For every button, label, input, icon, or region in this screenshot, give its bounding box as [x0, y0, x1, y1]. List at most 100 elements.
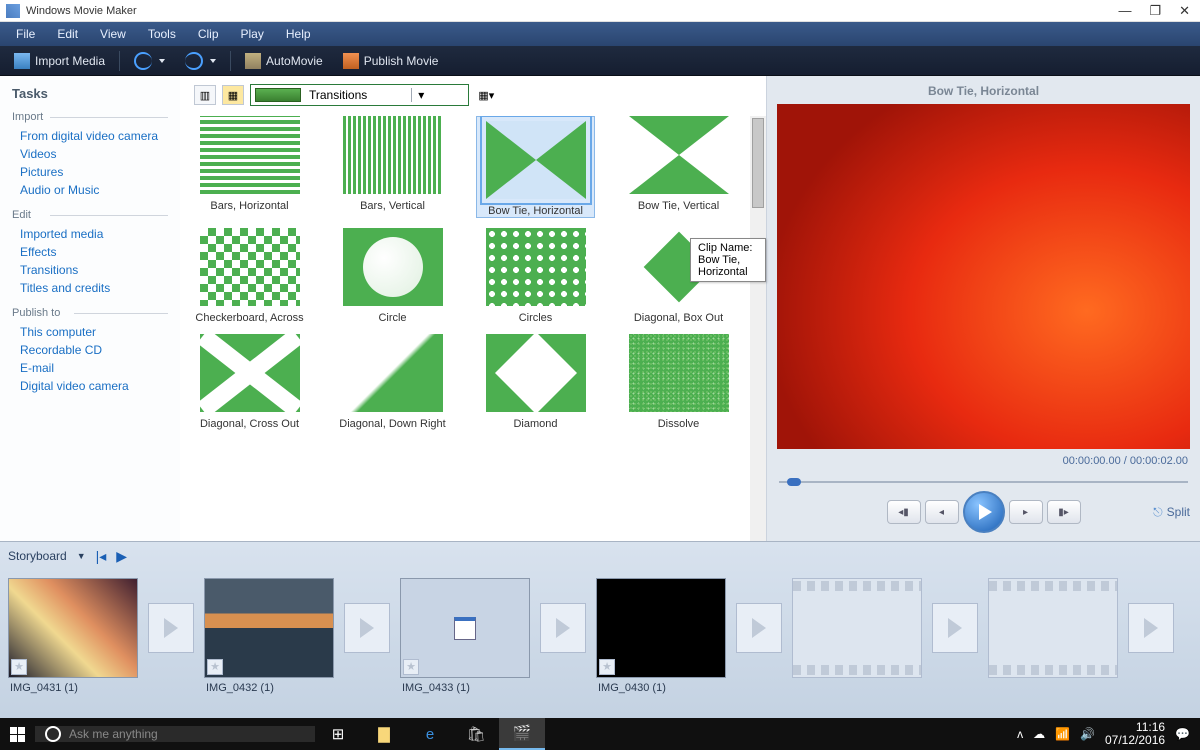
transition-thumbnail: [200, 116, 300, 194]
chevron-down-icon[interactable]: ▼: [77, 551, 86, 561]
minimize-button[interactable]: —: [1118, 3, 1131, 19]
task-link[interactable]: From digital video camera: [12, 127, 168, 145]
store-button[interactable]: 🛍: [453, 718, 499, 750]
clip-thumbnail: ★: [400, 578, 530, 678]
storyboard-clip[interactable]: ★IMG_0432 (1): [204, 578, 334, 694]
scrollbar-vertical[interactable]: [750, 116, 766, 541]
transition-item[interactable]: Bars, Vertical: [333, 116, 452, 218]
clock[interactable]: 11:16 07/12/2016: [1105, 721, 1165, 747]
next-button[interactable]: ▸: [1009, 500, 1043, 524]
storyboard-label[interactable]: Storyboard: [8, 549, 67, 563]
scrollbar-thumb[interactable]: [752, 118, 764, 208]
storyboard-clip[interactable]: ★ IMG_0430 (1): [596, 578, 726, 694]
task-view-button[interactable]: ⊞: [315, 718, 361, 750]
automovie-button[interactable]: AutoMovie: [239, 51, 329, 71]
clip-label: IMG_0430 (1): [598, 682, 666, 694]
clip-thumbnail: ★: [204, 578, 334, 678]
next-frame-button[interactable]: ▮▸: [1047, 500, 1081, 524]
menu-play[interactable]: Play: [231, 24, 274, 44]
storyboard-clip[interactable]: [792, 578, 922, 678]
close-button[interactable]: ✕: [1179, 3, 1190, 19]
task-link[interactable]: Imported media: [12, 225, 168, 243]
notifications-icon[interactable]: 💬: [1175, 727, 1190, 741]
maximize-button[interactable]: ❐: [1149, 3, 1161, 19]
transition-label: Circles: [476, 312, 595, 324]
content-pane: ▥ ▦ Transitions ▾ ▦▾ Bars, HorizontalBar…: [180, 76, 766, 541]
task-link[interactable]: Recordable CD: [12, 341, 168, 359]
play-button[interactable]: [963, 491, 1005, 533]
volume-icon[interactable]: 🔊: [1080, 727, 1095, 741]
play-storyboard-button[interactable]: ▶: [116, 548, 127, 565]
seek-handle[interactable]: [787, 478, 801, 486]
transition-item[interactable]: Bow Tie, Horizontal: [476, 116, 595, 218]
transition-slot[interactable]: [540, 603, 586, 653]
edge-button[interactable]: e: [407, 718, 453, 750]
automovie-label: AutoMovie: [266, 54, 323, 68]
tooltip: Clip Name: Bow Tie, Horizontal: [690, 238, 766, 282]
transition-slot[interactable]: [148, 603, 194, 653]
split-button[interactable]: ⎋ Split: [1153, 505, 1190, 520]
transition-slot[interactable]: [344, 603, 390, 653]
playback-controls: ◂▮ ◂ ▸ ▮▸ ⎋ Split: [777, 491, 1190, 533]
star-icon[interactable]: ★: [207, 659, 223, 675]
menu-view[interactable]: View: [90, 24, 136, 44]
star-icon[interactable]: ★: [599, 659, 615, 675]
redo-icon: [185, 52, 203, 70]
task-link[interactable]: Titles and credits: [12, 279, 168, 297]
transition-item[interactable]: Bow Tie, Vertical: [619, 116, 738, 218]
redo-button[interactable]: [179, 50, 222, 72]
onedrive-icon[interactable]: ☁: [1033, 727, 1045, 741]
storyboard-clip[interactable]: [988, 578, 1118, 678]
transition-slot[interactable]: [736, 603, 782, 653]
menu-edit[interactable]: Edit: [47, 24, 88, 44]
tray-chevron-icon[interactable]: ʌ: [1017, 727, 1023, 741]
file-explorer-button[interactable]: ▇: [361, 718, 407, 750]
transition-item[interactable]: Dissolve: [619, 334, 738, 430]
task-link[interactable]: E-mail: [12, 359, 168, 377]
star-icon[interactable]: ★: [11, 659, 27, 675]
transition-label: Dissolve: [619, 418, 738, 430]
import-media-button[interactable]: Import Media: [8, 51, 111, 71]
view-thumbnails-button[interactable]: ▦: [222, 85, 244, 105]
menu-help[interactable]: Help: [276, 24, 321, 44]
task-link[interactable]: Videos: [12, 145, 168, 163]
transition-slot[interactable]: [1128, 603, 1174, 653]
publish-movie-button[interactable]: Publish Movie: [337, 51, 445, 71]
task-link[interactable]: Effects: [12, 243, 168, 261]
seek-bar[interactable]: [779, 477, 1188, 487]
task-link[interactable]: Digital video camera: [12, 377, 168, 395]
transition-item[interactable]: Diagonal, Cross Out: [190, 334, 309, 430]
start-button[interactable]: [0, 718, 35, 750]
thumbnail-size-button[interactable]: ▦▾: [475, 85, 497, 105]
view-details-button[interactable]: ▥: [194, 85, 216, 105]
rewind-button[interactable]: |◂: [96, 548, 107, 565]
menu-tools[interactable]: Tools: [138, 24, 186, 44]
collection-dropdown[interactable]: Transitions ▾: [250, 84, 469, 106]
transition-item[interactable]: Diamond: [476, 334, 595, 430]
storyboard-track[interactable]: ★IMG_0431 (1)★IMG_0432 (1)★IMG_0433 (1)★…: [8, 578, 1192, 708]
transition-item[interactable]: Checkerboard, Across: [190, 228, 309, 324]
task-link[interactable]: This computer: [12, 323, 168, 341]
cortana-search[interactable]: Ask me anything: [35, 726, 315, 742]
transition-item[interactable]: Circles: [476, 228, 595, 324]
split-icon: ⎋: [1153, 505, 1163, 520]
prev-frame-button[interactable]: ◂▮: [887, 500, 921, 524]
transition-thumbnail: [200, 228, 300, 306]
network-icon[interactable]: 📶: [1055, 727, 1070, 741]
transition-item[interactable]: Circle: [333, 228, 452, 324]
transition-thumbnail: [486, 228, 586, 306]
undo-button[interactable]: [128, 50, 171, 72]
storyboard-clip[interactable]: ★IMG_0431 (1): [8, 578, 138, 694]
task-link[interactable]: Audio or Music: [12, 181, 168, 199]
menu-clip[interactable]: Clip: [188, 24, 229, 44]
prev-button[interactable]: ◂: [925, 500, 959, 524]
task-link[interactable]: Transitions: [12, 261, 168, 279]
transition-item[interactable]: Bars, Horizontal: [190, 116, 309, 218]
storyboard-clip[interactable]: ★IMG_0433 (1): [400, 578, 530, 694]
menu-file[interactable]: File: [6, 24, 45, 44]
task-link[interactable]: Pictures: [12, 163, 168, 181]
star-icon[interactable]: ★: [403, 659, 419, 675]
transition-slot[interactable]: [932, 603, 978, 653]
transition-item[interactable]: Diagonal, Down Right: [333, 334, 452, 430]
movie-maker-taskbar[interactable]: 🎬: [499, 718, 545, 750]
